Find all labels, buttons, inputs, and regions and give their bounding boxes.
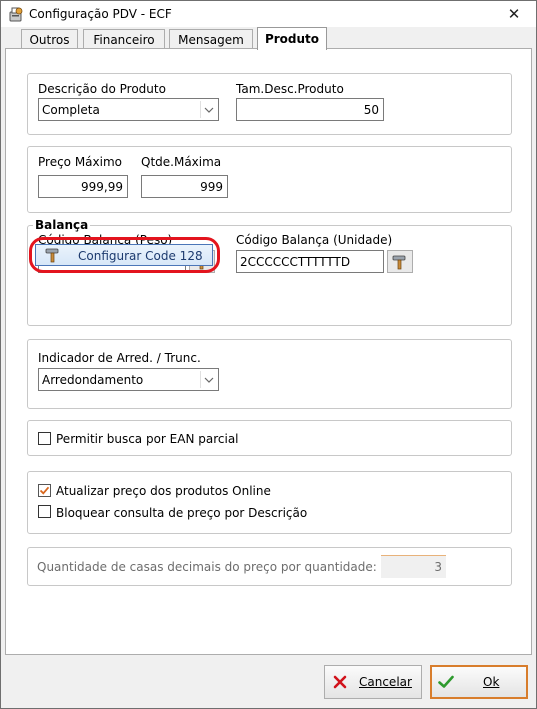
tab-label: Mensagem bbox=[178, 32, 244, 47]
arredondamento-select[interactable]: Arredondamento bbox=[38, 368, 219, 391]
title-bar: Configuração PDV - ECF ✕ bbox=[1, 1, 536, 27]
app-icon bbox=[9, 7, 23, 22]
preco-maximo-label: Preço Máximo bbox=[38, 155, 123, 169]
window-title: Configuração PDV - ECF bbox=[29, 7, 172, 21]
tam-desc-label: Tam.Desc.Produto bbox=[236, 82, 344, 96]
arredondamento-label: Indicador de Arred. / Trunc. bbox=[38, 351, 201, 365]
bloquear-consulta-label: Bloquear consulta de preço por Descrição bbox=[56, 506, 308, 520]
ok-label: Ok bbox=[483, 675, 500, 689]
chevron-down-icon bbox=[200, 371, 216, 388]
tab-label: Financeiro bbox=[93, 32, 155, 47]
check-icon bbox=[39, 486, 50, 495]
atualizar-online-label: Atualizar preço dos produtos Online bbox=[56, 484, 271, 498]
codigo-unidade-label: Código Balança (Unidade) bbox=[236, 233, 393, 247]
tam-desc-input[interactable]: 50 bbox=[236, 98, 384, 121]
close-icon bbox=[333, 675, 347, 689]
casas-decimais-label: Quantidade de casas decimais do preço po… bbox=[37, 560, 377, 574]
bloquear-consulta-checkbox[interactable] bbox=[38, 505, 51, 518]
atualizar-online-checkbox[interactable] bbox=[38, 484, 51, 497]
highlight-annotation bbox=[29, 237, 220, 273]
hammer-icon bbox=[392, 255, 406, 269]
codigo-unidade-button[interactable] bbox=[387, 250, 413, 273]
online-group bbox=[27, 471, 512, 534]
cancel-button[interactable]: Cancelar bbox=[324, 665, 422, 699]
qtde-maxima-label: Qtde.Máxima bbox=[141, 155, 222, 169]
preco-maximo-input[interactable]: 999,99 bbox=[38, 175, 128, 198]
tab-mensagem[interactable]: Mensagem bbox=[169, 29, 253, 49]
close-icon: ✕ bbox=[507, 5, 521, 23]
arredondamento-value: Arredondamento bbox=[42, 373, 144, 387]
check-icon bbox=[438, 675, 454, 688]
qtde-maxima-input[interactable]: 999 bbox=[141, 175, 228, 198]
tab-label: Outros bbox=[29, 32, 70, 47]
tab-bar: Outros Financeiro Mensagem Produto bbox=[1, 27, 536, 50]
casas-decimais-input[interactable]: 3 bbox=[381, 555, 446, 578]
close-button[interactable]: ✕ bbox=[492, 1, 536, 27]
balanca-group-title: Balança bbox=[33, 218, 91, 232]
tab-produto[interactable]: Produto bbox=[257, 27, 327, 50]
config-window: Configuração PDV - ECF ✕ Outros Financei… bbox=[0, 0, 537, 709]
descricao-select[interactable]: Completa bbox=[38, 98, 219, 121]
ean-parcial-label: Permitir busca por EAN parcial bbox=[56, 432, 239, 446]
cancel-label: Cancelar bbox=[359, 675, 412, 689]
ok-button[interactable]: Ok bbox=[430, 665, 528, 699]
descricao-label: Descrição do Produto bbox=[38, 82, 166, 96]
ean-parcial-checkbox[interactable] bbox=[38, 432, 51, 445]
tab-outros[interactable]: Outros bbox=[21, 29, 78, 49]
codigo-unidade-input[interactable]: 2CCCCCCTTTTTTD bbox=[236, 250, 384, 273]
descricao-value: Completa bbox=[42, 103, 100, 117]
tab-financeiro[interactable]: Financeiro bbox=[83, 29, 165, 49]
tab-label: Produto bbox=[264, 32, 320, 46]
chevron-down-icon bbox=[200, 101, 216, 118]
